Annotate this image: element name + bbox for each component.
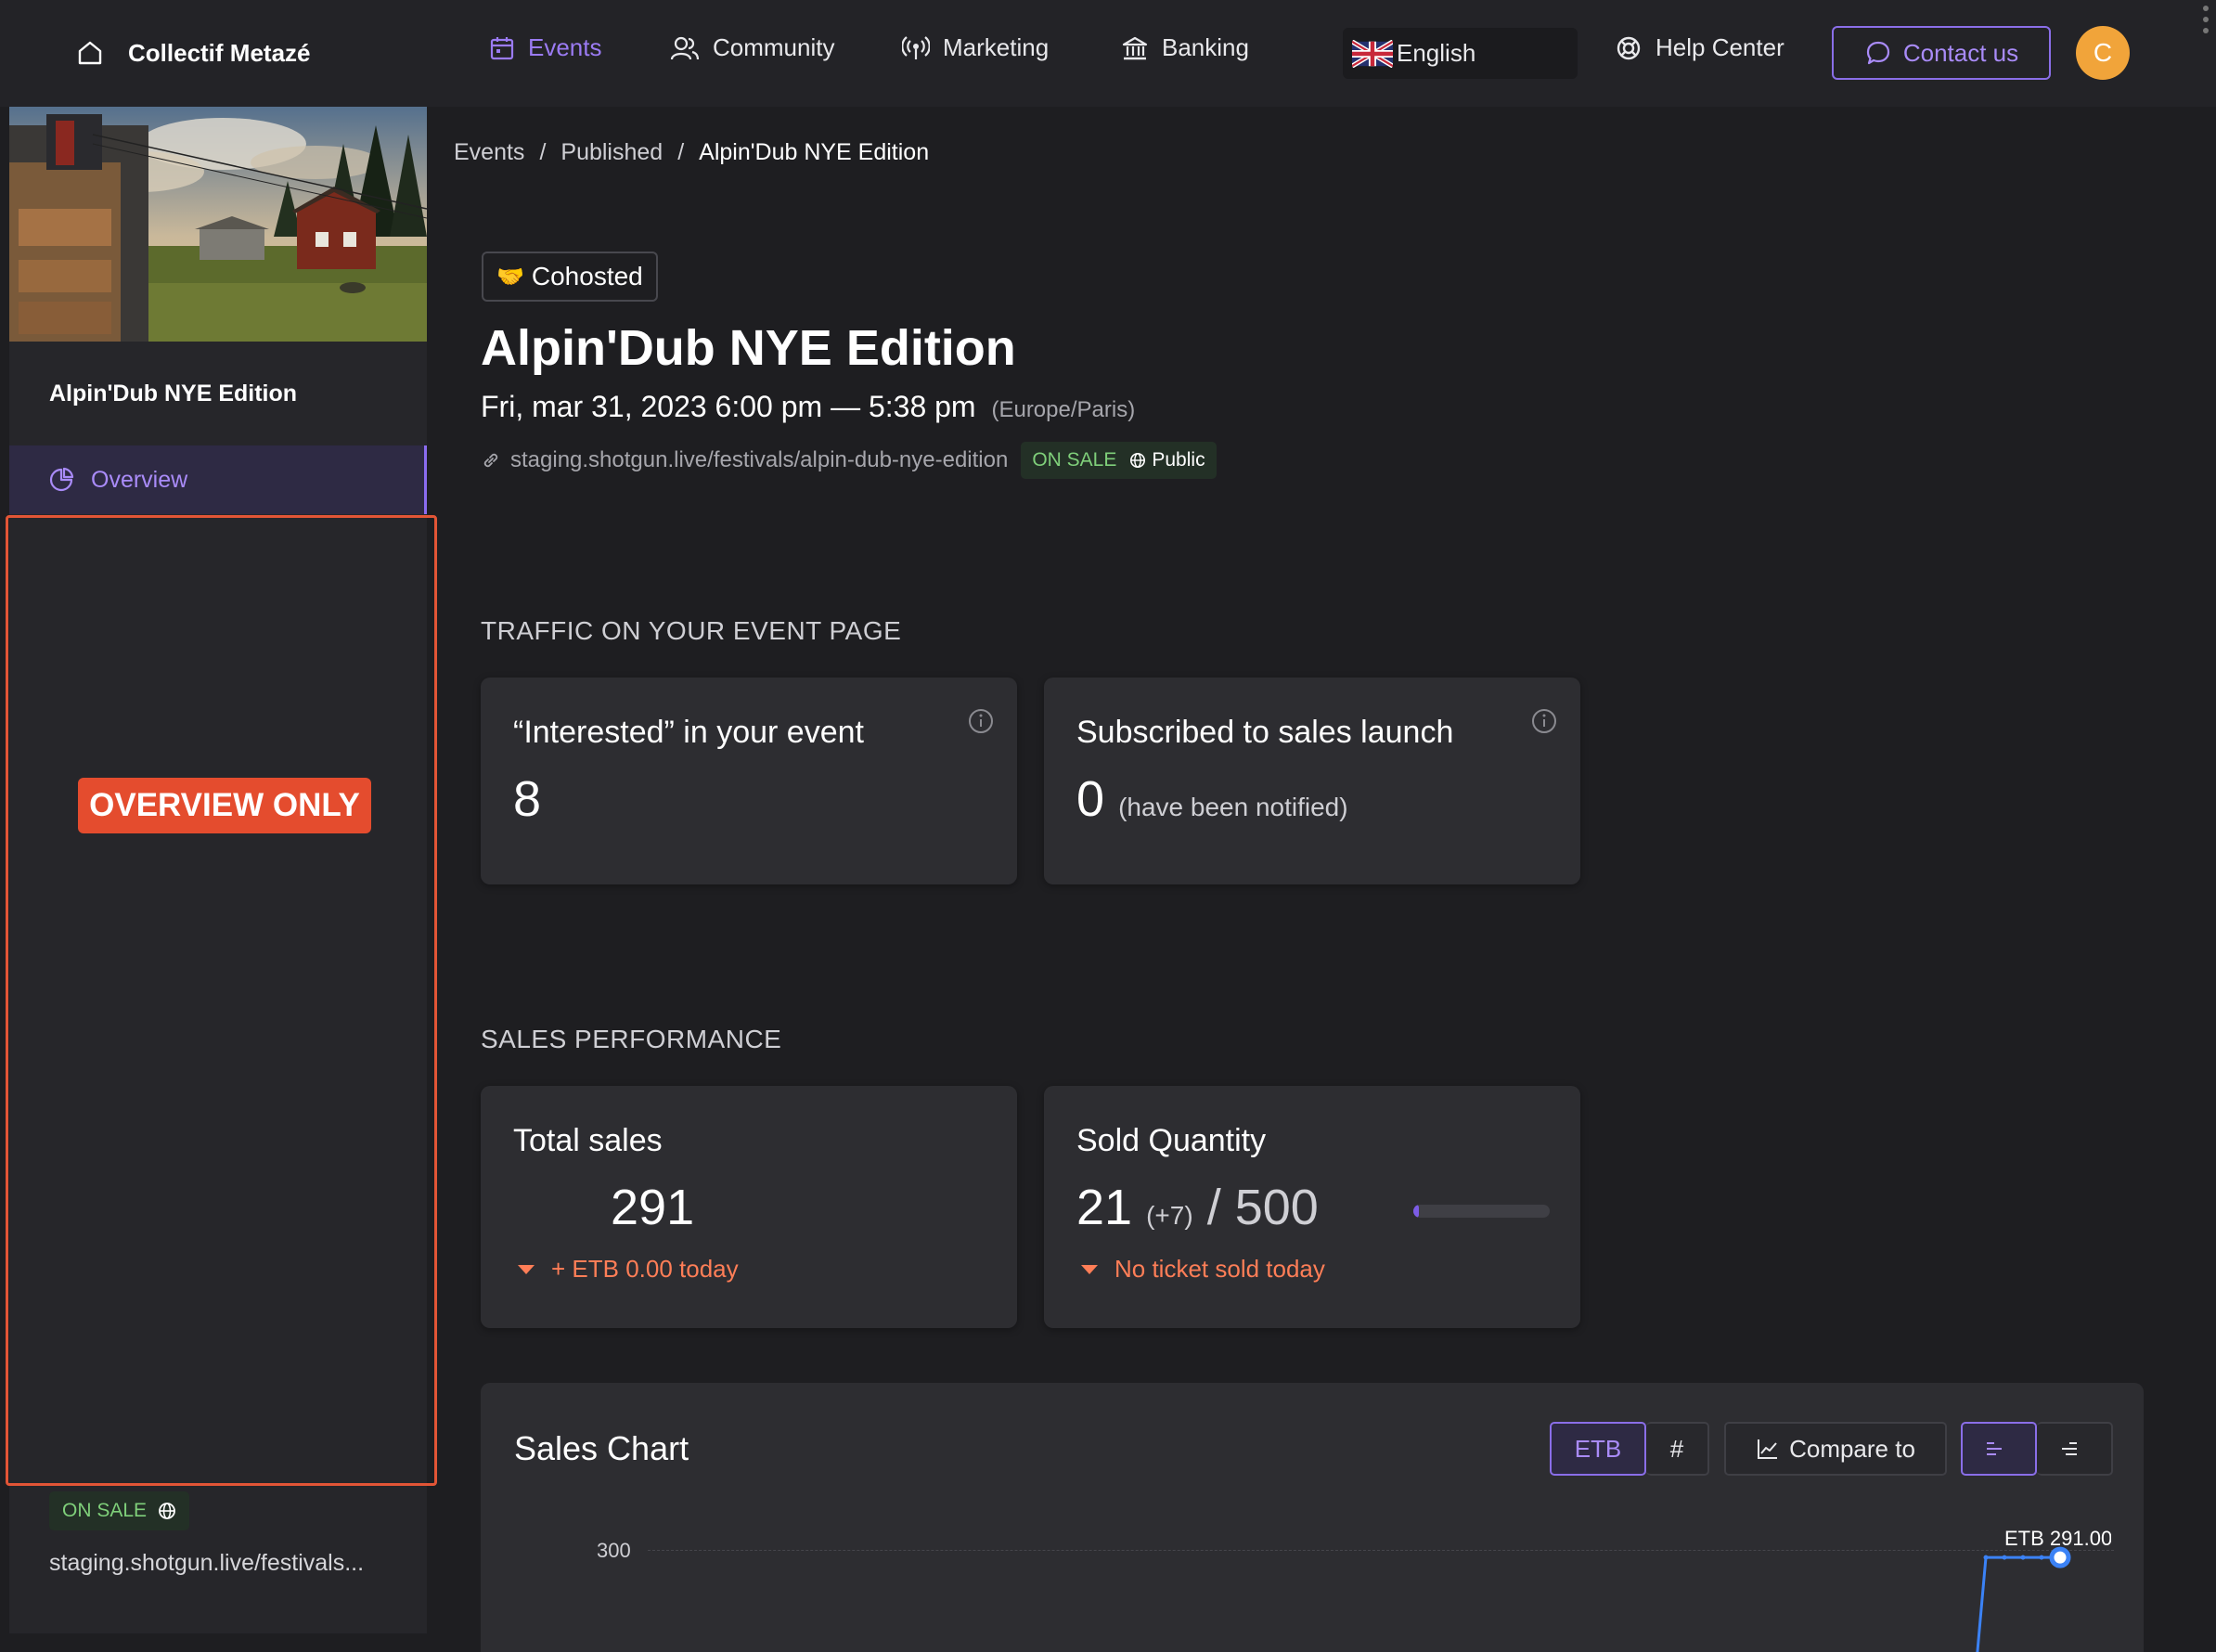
globe-icon: [1130, 452, 1146, 469]
breadcrumb-separator: /: [677, 139, 685, 165]
event-url-link[interactable]: staging.shotgun.live/festivals/alpin-dub…: [510, 447, 1008, 473]
breadcrumb-current: Alpin'Dub NYE Edition: [699, 139, 930, 165]
home-icon: [65, 28, 115, 78]
nav-marketing[interactable]: Marketing: [902, 33, 1049, 62]
sidebar-item-overview[interactable]: Overview: [9, 445, 427, 514]
lifebuoy-icon: [1617, 36, 1641, 59]
total-sales-trend: + ETB 0.00 today: [518, 1255, 739, 1284]
top-navigation-bar: Collectif Metazé Events Community Market…: [0, 0, 2216, 107]
broadcast-icon: [902, 35, 930, 59]
interested-title: “Interested” in your event: [513, 715, 864, 750]
nav-banking-label: Banking: [1162, 33, 1249, 61]
event-timezone: (Europe/Paris): [991, 397, 1136, 422]
pie-chart-icon: [49, 467, 74, 492]
breadcrumb: Events / Published / Alpin'Dub NYE Editi…: [454, 139, 929, 166]
total-sales-value: 291: [611, 1180, 695, 1235]
language-label: English: [1397, 39, 1476, 67]
sales-line-plot: [1976, 1546, 2071, 1652]
sidebar-status-label: ON SALE: [62, 1500, 148, 1521]
nav-events-label: Events: [528, 33, 602, 61]
traffic-section-heading: TRAFFIC ON YOUR EVENT PAGE: [481, 616, 902, 645]
nav-events[interactable]: Events: [489, 33, 602, 62]
sales-highlight-point[interactable]: [2049, 1546, 2071, 1568]
sold-quantity-trend-label: No ticket sold today: [1114, 1255, 1325, 1283]
breadcrumb-published[interactable]: Published: [560, 139, 663, 166]
help-center-label: Help Center: [1656, 33, 1784, 61]
organizer-home-link[interactable]: Collectif Metazé: [65, 28, 311, 78]
overview-only-label: OVERVIEW ONLY: [78, 778, 371, 833]
event-date-range: Fri, mar 31, 2023 6:00 pm — 5:38 pm: [481, 390, 976, 423]
sales-data-point: [2039, 1555, 2044, 1560]
more-options-icon[interactable]: [2203, 6, 2210, 39]
cohosted-badge: 🤝 Cohosted: [482, 252, 658, 302]
subscribed-note: (have been notified): [1118, 793, 1348, 821]
chat-bubble-icon: [1866, 41, 1889, 65]
link-icon: [483, 453, 498, 468]
sales-chart-card: Sales Chart ETB # Compare to 300 ETB 291…: [481, 1383, 2144, 1652]
sold-quantity-card: Sold Quantity 21 (+7) / 500 No ticket so…: [1044, 1086, 1580, 1328]
sold-capacity: / 500: [1206, 1180, 1319, 1235]
nav-community[interactable]: Community: [670, 33, 834, 62]
subscribed-count: 0 (have been notified): [1076, 770, 1348, 828]
subscribed-value: 0: [1076, 771, 1105, 827]
interested-card: “Interested” in your event 8: [481, 678, 1017, 884]
sold-quantity-trend: No ticket sold today: [1081, 1255, 1325, 1284]
sold-progress-fill: [1413, 1205, 1420, 1218]
sidebar-item-overview-label: Overview: [91, 466, 188, 493]
event-date: Fri, mar 31, 2023 6:00 pm — 5:38 pm (Eur…: [481, 390, 1135, 424]
sidebar-event-url[interactable]: staging.shotgun.live/festivals...: [49, 1550, 364, 1577]
contact-us-button[interactable]: Contact us: [1832, 26, 2051, 80]
page-title: Alpin'Dub NYE Edition: [481, 320, 1016, 376]
down-arrow-icon: [1081, 1264, 1098, 1274]
globe-icon: [159, 1503, 175, 1519]
visibility-badge: Public: [1129, 449, 1205, 471]
down-arrow-icon: [518, 1264, 535, 1274]
calendar-icon: [490, 36, 514, 59]
help-center-link[interactable]: Help Center: [1615, 33, 1784, 62]
sales-series-line: [1976, 1555, 2060, 1652]
total-sales-trend-label: + ETB 0.00 today: [551, 1255, 739, 1283]
event-status-label: ON SALE: [1032, 449, 1117, 471]
nav-banking[interactable]: Banking: [1121, 33, 1249, 62]
info-icon[interactable]: [1530, 707, 1558, 735]
contact-us-label: Contact us: [1902, 38, 2019, 67]
uk-flag-icon: [1352, 39, 1393, 68]
handshake-icon: 🤝: [496, 264, 524, 290]
info-icon[interactable]: [967, 707, 995, 735]
user-avatar[interactable]: C: [2076, 26, 2130, 80]
sales-data-point: [2002, 1555, 2007, 1560]
sold-quantity-title: Sold Quantity: [1076, 1123, 1267, 1158]
event-url-row: staging.shotgun.live/festivals/alpin-dub…: [481, 442, 1217, 479]
breadcrumb-events[interactable]: Events: [454, 139, 524, 166]
nav-marketing-label: Marketing: [943, 33, 1050, 61]
event-cover-image: [9, 107, 427, 342]
sales-data-point: [2020, 1555, 2026, 1560]
users-icon: [670, 36, 700, 59]
subscribed-card: Subscribed to sales launch 0 (have been …: [1044, 678, 1580, 884]
overview-only-annotation-box: [6, 515, 437, 1486]
bank-icon: [1122, 36, 1148, 59]
language-selector[interactable]: English: [1343, 28, 1578, 79]
cohosted-label: Cohosted: [531, 262, 643, 290]
visibility-label: Public: [1152, 449, 1205, 471]
sold-progress-bar: [1413, 1205, 1550, 1218]
subscribed-title: Subscribed to sales launch: [1076, 715, 1454, 750]
event-status-badge: ON SALE Public: [1021, 442, 1217, 479]
sold-delta: (+7): [1146, 1201, 1193, 1230]
nav-community-label: Community: [713, 33, 835, 61]
sold-quantity-value: 21 (+7) / 500: [1076, 1179, 1319, 1236]
total-sales-card: Total sales 291 + ETB 0.00 today: [481, 1086, 1017, 1328]
sold-count: 21: [1076, 1180, 1133, 1235]
sales-data-point: [1983, 1555, 1989, 1560]
sales-section-heading: SALES PERFORMANCE: [481, 1025, 782, 1053]
interested-count: 8: [513, 771, 542, 827]
organizer-name: Collectif Metazé: [128, 38, 311, 67]
sidebar-event-title: Alpin'Dub NYE Edition: [49, 381, 298, 407]
breadcrumb-separator: /: [539, 139, 547, 165]
sidebar-status-badge: ON SALE: [49, 1491, 190, 1530]
total-sales-title: Total sales: [513, 1123, 663, 1158]
